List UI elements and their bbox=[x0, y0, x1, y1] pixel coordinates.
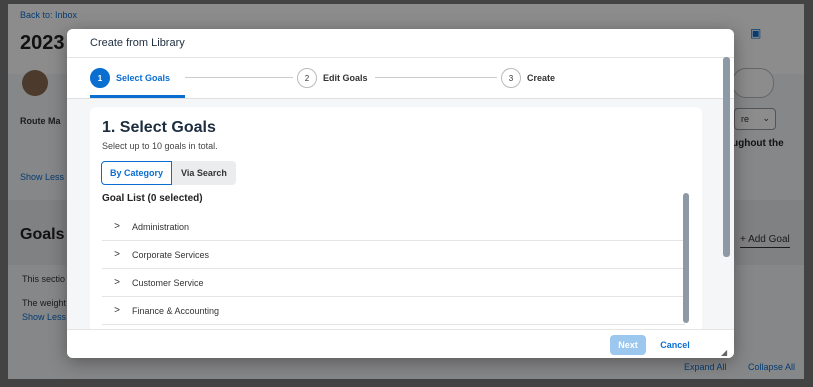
dialog-title: Create from Library bbox=[90, 37, 185, 49]
step-label: Select Goals bbox=[116, 73, 171, 83]
next-button[interactable]: Next bbox=[610, 335, 646, 355]
step-edit-goals[interactable]: 2 Edit Goals bbox=[297, 68, 368, 88]
step-connector bbox=[185, 77, 293, 78]
step-label: Edit Goals bbox=[323, 73, 368, 83]
step-number: 2 bbox=[297, 68, 317, 88]
step-create[interactable]: 3 Create bbox=[501, 68, 555, 88]
dialog-footer: Next Cancel ◢ bbox=[67, 329, 734, 358]
cancel-button[interactable]: Cancel bbox=[655, 335, 695, 355]
section-subtitle: Select up to 10 goals in total. bbox=[102, 141, 218, 151]
step-connector bbox=[375, 77, 497, 78]
goal-list-scrollbar[interactable] bbox=[683, 193, 689, 323]
active-step-indicator bbox=[90, 95, 185, 98]
chevron-right-icon[interactable]: > bbox=[102, 249, 132, 260]
chevron-right-icon[interactable]: > bbox=[102, 305, 132, 316]
via-search-button[interactable]: Via Search bbox=[172, 161, 236, 185]
create-from-library-dialog: Create from Library 1 Select Goals 2 Edi… bbox=[67, 29, 734, 358]
select-goals-panel: 1. Select Goals Select up to 10 goals in… bbox=[90, 107, 702, 333]
goal-category-label: Customer Service bbox=[132, 277, 204, 288]
goal-category-label: Administration bbox=[132, 221, 190, 232]
step-label: Create bbox=[527, 73, 556, 83]
chevron-right-icon[interactable]: > bbox=[102, 277, 132, 288]
dialog-scrollbar[interactable] bbox=[723, 57, 730, 257]
goal-category-item[interactable]: > Administration bbox=[102, 213, 685, 241]
resize-handle-icon[interactable]: ◢ bbox=[721, 348, 727, 357]
goal-category-item[interactable]: > Corporate Services bbox=[102, 241, 685, 269]
view-toggle: By Category Via Search bbox=[101, 161, 236, 185]
step-number: 1 bbox=[90, 68, 110, 88]
section-title: 1. Select Goals bbox=[102, 119, 216, 136]
step-number: 3 bbox=[501, 68, 521, 88]
by-category-button[interactable]: By Category bbox=[101, 161, 173, 185]
goal-category-label: Corporate Services bbox=[132, 249, 210, 260]
wizard-steps: 1 Select Goals 2 Edit Goals 3 Create bbox=[67, 58, 734, 99]
goal-category-label: Finance & Accounting bbox=[132, 305, 220, 316]
dialog-header: Create from Library bbox=[67, 29, 734, 58]
goal-list-header: Goal List (0 selected) bbox=[102, 193, 203, 204]
step-select-goals[interactable]: 1 Select Goals bbox=[90, 68, 170, 88]
chevron-right-icon[interactable]: > bbox=[102, 221, 132, 232]
goal-category-item[interactable]: > Finance & Accounting bbox=[102, 297, 685, 325]
goal-category-item[interactable]: > Customer Service bbox=[102, 269, 685, 297]
